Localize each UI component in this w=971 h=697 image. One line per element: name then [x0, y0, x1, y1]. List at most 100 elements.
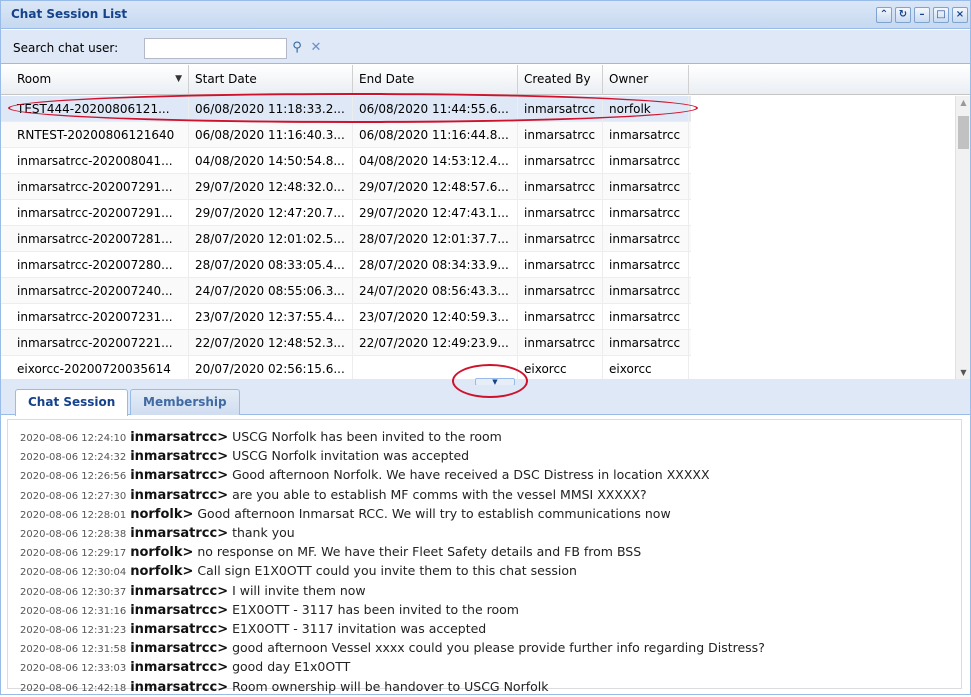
table-row[interactable]: eixorcc-20200720035614 20/07/2020 02:56:1…: [1, 356, 691, 379]
scroll-up-icon[interactable]: ▲: [956, 98, 971, 107]
column-header-end-date[interactable]: End Date: [353, 65, 518, 95]
message-text: USCG Norfolk invitation was accepted: [232, 448, 470, 464]
column-header-start-date[interactable]: Start Date: [189, 65, 353, 95]
table-row[interactable]: inmarsatrcc-202007231... 23/07/2020 12:37…: [1, 304, 691, 330]
cell-created-by: inmarsatrcc: [518, 278, 603, 304]
message-timestamp: 2020-08-06 12:29:17: [20, 548, 127, 560]
search-chat-user-input[interactable]: [144, 38, 287, 59]
message-text: good afternoon Vessel xxxx could you ple…: [232, 640, 765, 656]
chat-message: 2020-08-06 12:31:23 inmarsatrcc> E1X0OTT…: [20, 620, 949, 639]
cell-end-date: 28/07/2020 12:01:37.7...: [353, 226, 518, 252]
message-user: inmarsatrcc>: [130, 468, 229, 484]
message-user: norfolk>: [130, 564, 194, 580]
cell-room: inmarsatrcc-202007231...: [11, 304, 189, 330]
message-user: inmarsatrcc>: [130, 602, 229, 618]
cell-created-by: inmarsatrcc: [518, 200, 603, 226]
cell-room: inmarsatrcc-202007240...: [11, 278, 189, 304]
message-text: no response on MF. We have their Fleet S…: [197, 544, 642, 560]
table-row[interactable]: inmarsatrcc-202007280... 28/07/2020 08:33…: [1, 252, 691, 278]
column-header-room[interactable]: Room ▼: [11, 65, 189, 95]
cell-start-date: 20/07/2020 02:56:15.6...: [189, 356, 353, 379]
table-row[interactable]: TEST444-20200806121... 06/08/2020 11:18:3…: [1, 96, 691, 122]
maximize-icon[interactable]: □: [933, 7, 949, 23]
tab-chat-session[interactable]: Chat Session: [15, 389, 129, 416]
scroll-thumb[interactable]: [958, 116, 969, 149]
chat-message: 2020-08-06 12:24:10 inmarsatrcc> USCG No…: [20, 428, 949, 447]
cell-end-date: 23/07/2020 12:40:59.3...: [353, 304, 518, 330]
cell-created-by: inmarsatrcc: [518, 304, 603, 330]
message-user: inmarsatrcc>: [130, 679, 229, 695]
message-user: inmarsatrcc>: [130, 660, 229, 676]
collapse-icon[interactable]: ⌃: [876, 7, 892, 23]
cell-created-by: inmarsatrcc: [518, 122, 603, 148]
cell-start-date: 29/07/2020 12:47:20.7...: [189, 200, 353, 226]
message-timestamp: 2020-08-06 12:24:32: [20, 452, 127, 464]
cell-end-date: 06/08/2020 11:16:44.8...: [353, 122, 518, 148]
message-timestamp: 2020-08-06 12:31:16: [20, 605, 127, 617]
message-timestamp: 2020-08-06 12:33:03: [20, 663, 127, 675]
message-user: inmarsatrcc>: [130, 526, 229, 542]
message-user: inmarsatrcc>: [130, 622, 229, 638]
grid-scrollbar[interactable]: ▲ ▼: [955, 96, 970, 379]
tab-strip: Chat Session Membership: [1, 385, 970, 416]
message-timestamp: 2020-08-06 12:28:38: [20, 529, 127, 541]
cell-room: inmarsatrcc-202007221...: [11, 330, 189, 356]
cell-end-date: 06/08/2020 11:44:55.6...: [353, 96, 518, 122]
message-text: E1X0OTT - 3117 has been invited to the r…: [232, 601, 519, 617]
chat-transcript: 2020-08-06 12:24:10 inmarsatrcc> USCG No…: [7, 419, 962, 695]
minimize-icon[interactable]: –: [914, 7, 930, 23]
scroll-down-icon[interactable]: ▼: [956, 368, 971, 377]
message-user: norfolk>: [130, 545, 194, 561]
cell-owner: inmarsatrcc: [603, 200, 689, 226]
table-row[interactable]: inmarsatrcc-202007221... 22/07/2020 12:48…: [1, 330, 691, 356]
message-timestamp: 2020-08-06 12:42:18: [20, 682, 127, 694]
chat-message: 2020-08-06 12:30:04 norfolk> Call sign E…: [20, 562, 949, 581]
column-header-created-by[interactable]: Created By: [518, 65, 603, 95]
cell-room: inmarsatrcc-202007280...: [11, 252, 189, 278]
cell-start-date: 22/07/2020 12:48:52.3...: [189, 330, 353, 356]
message-text: Good afternoon Inmarsat RCC. We will try…: [197, 505, 671, 521]
cell-owner: inmarsatrcc: [603, 278, 689, 304]
close-icon[interactable]: ×: [952, 7, 968, 23]
tab-membership[interactable]: Membership: [130, 389, 240, 415]
cell-owner: inmarsatrcc: [603, 174, 689, 200]
chat-message: 2020-08-06 12:42:18 inmarsatrcc> Room ow…: [20, 678, 949, 697]
message-user: inmarsatrcc>: [130, 430, 229, 445]
table-row[interactable]: inmarsatrcc-202007291... 29/07/2020 12:47…: [1, 200, 691, 226]
message-user: inmarsatrcc>: [130, 449, 229, 465]
search-icon[interactable]: ⚲: [288, 38, 306, 58]
panel-tools: ⌃ ↻ – □ ×: [876, 7, 968, 23]
message-timestamp: 2020-08-06 12:26:56: [20, 471, 127, 483]
chat-session-list-panel: Chat Session List ⌃ ↻ – □ × Search chat …: [0, 0, 971, 695]
cell-start-date: 28/07/2020 12:01:02.5...: [189, 226, 353, 252]
table-row[interactable]: inmarsatrcc-202007240... 24/07/2020 08:55…: [1, 278, 691, 304]
message-text: Room ownership will be handover to USCG …: [232, 678, 549, 694]
message-user: inmarsatrcc>: [130, 641, 229, 657]
cell-room: RNTEST-20200806121640: [11, 122, 189, 148]
table-row[interactable]: inmarsatrcc-202007281... 28/07/2020 12:01…: [1, 226, 691, 252]
cell-created-by: eixorcc: [518, 356, 603, 379]
clear-icon[interactable]: ✕: [307, 38, 325, 58]
table-row[interactable]: inmarsatrcc-202007291... 29/07/2020 12:48…: [1, 174, 691, 200]
cell-created-by: inmarsatrcc: [518, 330, 603, 356]
chat-message: 2020-08-06 12:31:58 inmarsatrcc> good af…: [20, 639, 949, 658]
panel-titlebar: Chat Session List ⌃ ↻ – □ ×: [1, 1, 970, 29]
refresh-icon[interactable]: ↻: [895, 7, 911, 23]
column-header-owner[interactable]: Owner: [603, 65, 689, 95]
cell-start-date: 04/08/2020 14:50:54.8...: [189, 148, 353, 174]
chat-message: 2020-08-06 12:27:30 inmarsatrcc> are you…: [20, 486, 949, 505]
chat-message: 2020-08-06 12:30:37 inmarsatrcc> I will …: [20, 582, 949, 601]
cell-end-date: 04/08/2020 14:53:12.4...: [353, 148, 518, 174]
cell-owner: eixorcc: [603, 356, 689, 379]
message-timestamp: 2020-08-06 12:24:10: [20, 433, 127, 444]
cell-start-date: 24/07/2020 08:55:06.3...: [189, 278, 353, 304]
table-row[interactable]: inmarsatrcc-202008041... 04/08/2020 14:50…: [1, 148, 691, 174]
message-text: good day E1x0OTT: [232, 659, 351, 675]
cell-owner: inmarsatrcc: [603, 122, 689, 148]
sort-dropdown-icon[interactable]: ▼: [175, 65, 182, 94]
message-user: inmarsatrcc>: [130, 487, 229, 503]
chat-message: 2020-08-06 12:31:16 inmarsatrcc> E1X0OTT…: [20, 601, 949, 620]
table-row[interactable]: RNTEST-20200806121640 06/08/2020 11:16:40…: [1, 122, 691, 148]
cell-start-date: 23/07/2020 12:37:55.4...: [189, 304, 353, 330]
chat-message: 2020-08-06 12:29:17 norfolk> no response…: [20, 543, 949, 562]
